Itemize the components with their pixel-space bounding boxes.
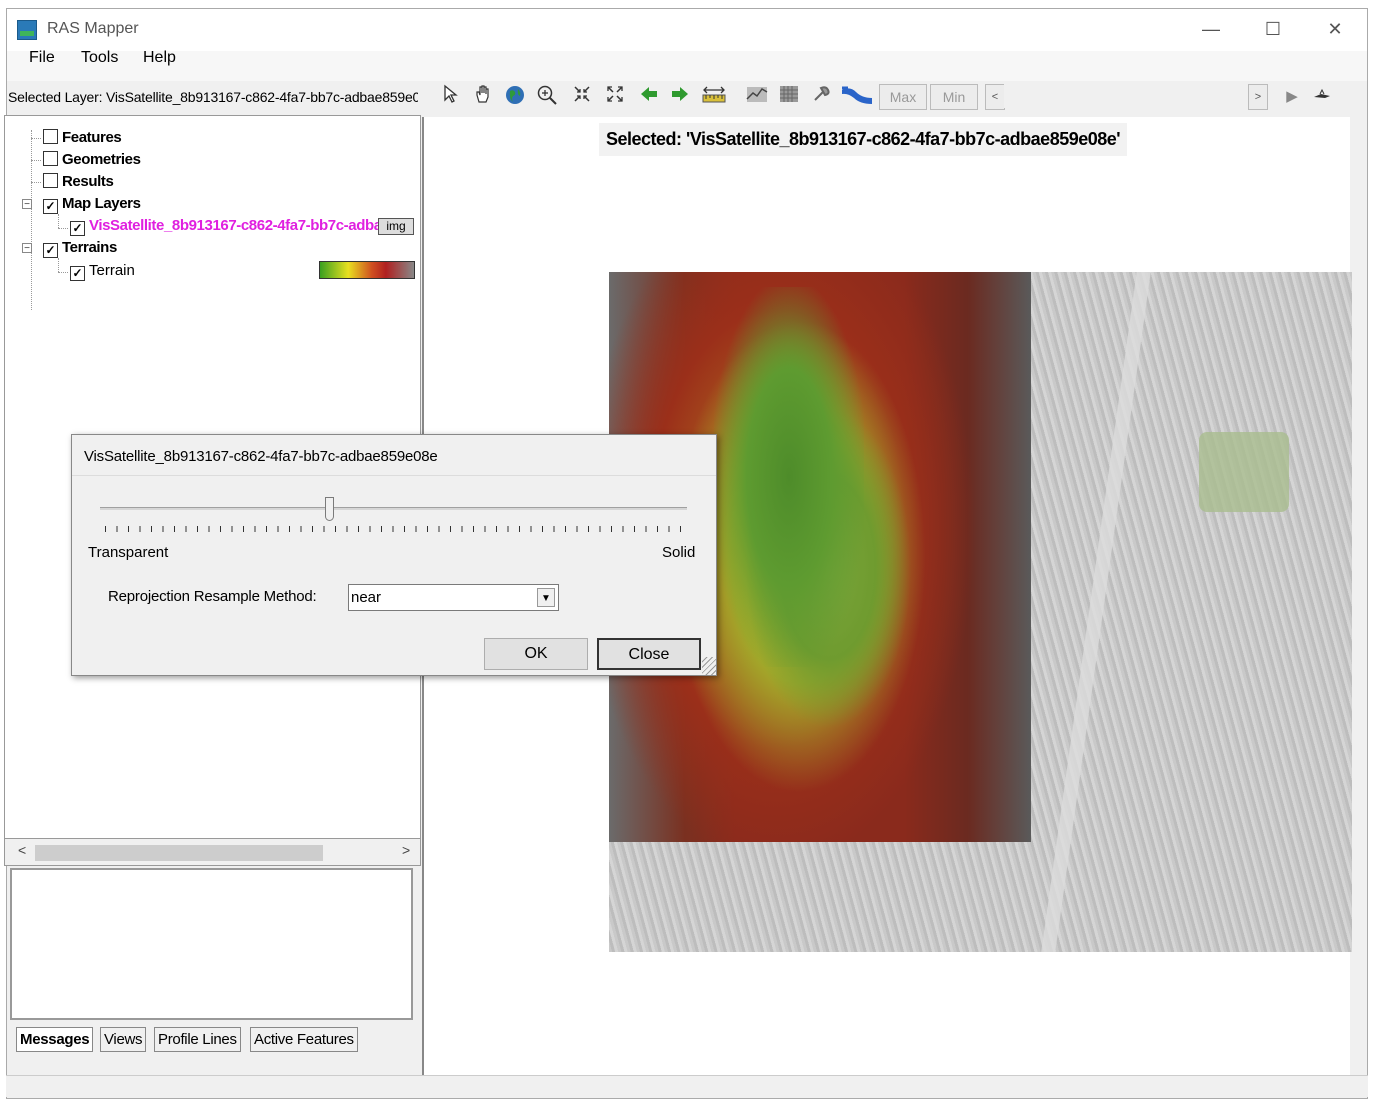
toolbar-scroll-right-button[interactable]: > xyxy=(1248,84,1268,110)
toolbar-scroll-track[interactable] xyxy=(1004,84,1240,108)
tree-item-label: Geometries xyxy=(62,151,141,168)
status-bar xyxy=(6,1075,1368,1097)
messages-pane[interactable] xyxy=(10,868,413,1020)
reprojection-method-select[interactable]: near ▼ xyxy=(348,584,559,611)
tree-guide-line xyxy=(58,272,68,273)
close-window-button[interactable]: ✕ xyxy=(1304,9,1366,51)
tab-messages[interactable]: Messages xyxy=(16,1027,94,1052)
ras-mapper-app-icon xyxy=(17,20,37,40)
menu-file[interactable]: File xyxy=(29,49,55,67)
scrollbar-thumb[interactable] xyxy=(35,845,323,861)
water-surface-icon[interactable] xyxy=(840,84,874,110)
tree-item-label: Terrains xyxy=(62,239,117,256)
dropdown-arrow-icon[interactable]: ▼ xyxy=(537,588,555,607)
solid-label: Solid xyxy=(662,544,696,561)
opacity-slider-thumb[interactable] xyxy=(324,497,334,521)
zoom-in-icon[interactable] xyxy=(534,84,560,110)
zoom-fit-icon[interactable] xyxy=(569,84,595,110)
tree-item-label: Features xyxy=(62,129,122,146)
tab-views[interactable]: Views xyxy=(100,1027,147,1052)
max-button[interactable]: Max xyxy=(879,84,927,110)
tree-item-label: Results xyxy=(62,173,114,190)
globe-icon[interactable] xyxy=(502,84,528,110)
tree-item-geometries[interactable]: Geometries xyxy=(43,151,141,168)
dialog-divider xyxy=(72,475,716,476)
scroll-right-arrow[interactable]: > xyxy=(402,842,410,858)
menu-tools[interactable]: Tools xyxy=(81,49,118,67)
toolbar-scroll-left-button[interactable]: < xyxy=(985,84,1005,110)
tree-item-label: Terrain xyxy=(89,262,135,279)
tree-item-results[interactable]: Results xyxy=(43,173,114,190)
tree-item-label: Map Layers xyxy=(62,195,141,212)
features-checkbox[interactable] xyxy=(43,129,58,144)
tree-guide-line xyxy=(31,130,32,310)
scroll-left-arrow[interactable]: < xyxy=(18,842,26,858)
tree-guide-line xyxy=(58,258,59,272)
tree-item-terrains[interactable]: ✓ Terrains xyxy=(43,239,117,258)
geometries-checkbox[interactable] xyxy=(43,151,58,166)
tree-guide-line xyxy=(58,228,68,229)
tree-item-map-layers[interactable]: ✓ Map Layers xyxy=(43,195,141,214)
tree-item-label: VisSatellite_8b913167-c862-4fa7-bb7c-adb… xyxy=(89,217,380,234)
tree-horizontal-scrollbar[interactable] xyxy=(4,838,421,866)
park-feature xyxy=(1199,432,1289,512)
animation-speed-icon[interactable] xyxy=(1309,84,1335,110)
back-arrow-icon[interactable] xyxy=(636,84,662,110)
close-button[interactable]: Close xyxy=(597,638,701,670)
results-checkbox[interactable] xyxy=(43,173,58,188)
min-button[interactable]: Min xyxy=(930,84,978,110)
pointer-icon[interactable] xyxy=(437,84,463,110)
map-layers-checkbox[interactable]: ✓ xyxy=(43,199,58,214)
measure-icon[interactable] xyxy=(701,84,727,110)
selected-layer-map-label: Selected: 'VisSatellite_8b913167-c862-4f… xyxy=(599,123,1128,156)
dialog-title: VisSatellite_8b913167-c862-4fa7-bb7c-adb… xyxy=(84,448,438,465)
terrain-checkbox[interactable]: ✓ xyxy=(70,266,85,281)
terrains-checkbox[interactable]: ✓ xyxy=(43,243,58,258)
minimize-button[interactable]: — xyxy=(1180,9,1242,51)
maximize-button[interactable]: ☐ xyxy=(1242,9,1304,51)
tree-guide-line xyxy=(58,214,59,228)
road-feature xyxy=(1041,272,1151,952)
tree-item-vis-satellite[interactable]: ✓ VisSatellite_8b913167-c862-4fa7-bb7c-ad… xyxy=(70,217,380,236)
terrains-expander[interactable]: − xyxy=(22,243,32,254)
forward-arrow-icon[interactable] xyxy=(667,84,693,110)
menu-bar xyxy=(7,51,1367,81)
slider-ticks xyxy=(105,526,685,532)
terrain-low-area xyxy=(714,287,864,667)
map-layers-expander[interactable]: − xyxy=(22,199,32,210)
tree-guide-line xyxy=(31,160,41,161)
hand-icon[interactable] xyxy=(469,84,495,110)
vis-satellite-checkbox[interactable]: ✓ xyxy=(70,221,85,236)
tree-item-features[interactable]: Features xyxy=(43,129,122,146)
raster-icon[interactable] xyxy=(776,84,802,110)
ok-button[interactable]: OK xyxy=(484,638,588,670)
title-bar: RAS Mapper — ☐ ✕ xyxy=(7,9,1367,51)
terrain-legend-swatch[interactable] xyxy=(319,261,415,279)
tab-profile-lines[interactable]: Profile Lines xyxy=(154,1027,241,1052)
resize-grip-icon[interactable] xyxy=(702,657,716,675)
opacity-slider-track[interactable] xyxy=(100,507,687,510)
layer-opacity-dialog: VisSatellite_8b913167-c862-4fa7-bb7c-adb… xyxy=(71,434,717,676)
tool-icon[interactable] xyxy=(809,84,835,110)
tab-active-features[interactable]: Active Features xyxy=(250,1027,358,1052)
menu-help[interactable]: Help xyxy=(143,49,176,67)
reprojection-label: Reprojection Resample Method: xyxy=(108,588,317,605)
profile-icon[interactable] xyxy=(744,84,770,110)
tree-guide-line xyxy=(31,182,41,183)
img-badge[interactable]: img xyxy=(378,218,414,235)
transparent-label: Transparent xyxy=(88,544,169,561)
tree-guide-line xyxy=(31,138,41,139)
selected-layer-label: Selected Layer: VisSatellite_8b913167-c8… xyxy=(8,89,418,105)
tree-item-terrain[interactable]: ✓ Terrain xyxy=(70,262,135,281)
play-icon[interactable]: ▶ xyxy=(1279,84,1305,110)
reprojection-method-value: near xyxy=(351,589,382,606)
full-extent-icon[interactable] xyxy=(602,84,628,110)
window-title: RAS Mapper xyxy=(47,20,139,37)
